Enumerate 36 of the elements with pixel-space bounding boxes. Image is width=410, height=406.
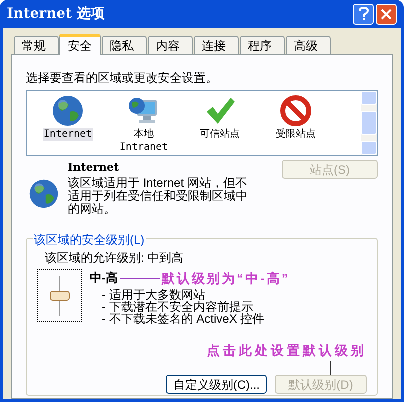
window-title: Internet 选项 <box>7 4 105 24</box>
tab[interactable]: 安全 <box>59 34 101 55</box>
tab[interactable]: 隐私 <box>102 36 147 54</box>
security-slider[interactable] <box>37 268 82 322</box>
level-description: - 下载潜在不安全内容前提示 <box>102 301 254 313</box>
leader-line <box>120 278 160 279</box>
annotation-text: 默认级别为“中-高” <box>162 270 290 288</box>
allowed-level-text: 该区域的允许级别: 中到高 <box>45 250 185 266</box>
leader-line <box>330 360 331 374</box>
zone-label[interactable]: 本地 Intranet <box>118 128 170 154</box>
tab[interactable]: 高级 <box>286 36 331 54</box>
tab[interactable]: 连接 <box>194 36 239 54</box>
instruction-text: 选择要查看的区域或更改安全设置。 <box>26 70 219 87</box>
globe-icon <box>51 94 85 128</box>
close-icon <box>381 8 392 20</box>
scrollbar[interactable] <box>361 91 377 155</box>
close-button[interactable] <box>376 4 397 24</box>
zone-label[interactable]: Internet <box>42 128 94 141</box>
level-name: 中-高 <box>90 270 118 288</box>
tab[interactable]: 常规 <box>14 36 59 54</box>
zone-label[interactable]: 可信站点 <box>199 128 241 141</box>
question-mark-icon <box>358 7 368 21</box>
zone-description: 该区域适用于 Internet 网站，但不适用于列在受信任和受限制区域中的网站。 <box>68 176 249 216</box>
tab[interactable]: 内容 <box>148 36 193 54</box>
help-button[interactable] <box>353 4 374 24</box>
zone-label[interactable]: 受限站点 <box>275 128 317 141</box>
forbidden-icon <box>279 94 313 128</box>
level-description: - 适用于大多数网站 <box>102 289 206 301</box>
annotation-text: 点击此处设置默认级别 <box>207 342 367 360</box>
slider-thumb[interactable] <box>50 290 70 300</box>
group-legend: 该区域的安全级别(L) <box>33 230 146 248</box>
globe-icon <box>28 178 60 210</box>
level-description: - 不下载未签名的 ActiveX 控件 <box>102 313 266 325</box>
custom-level-button[interactable]: 自定义级别(C)... <box>166 374 267 394</box>
tab[interactable]: 程序 <box>240 36 285 54</box>
zone-title: Internet <box>68 160 120 176</box>
